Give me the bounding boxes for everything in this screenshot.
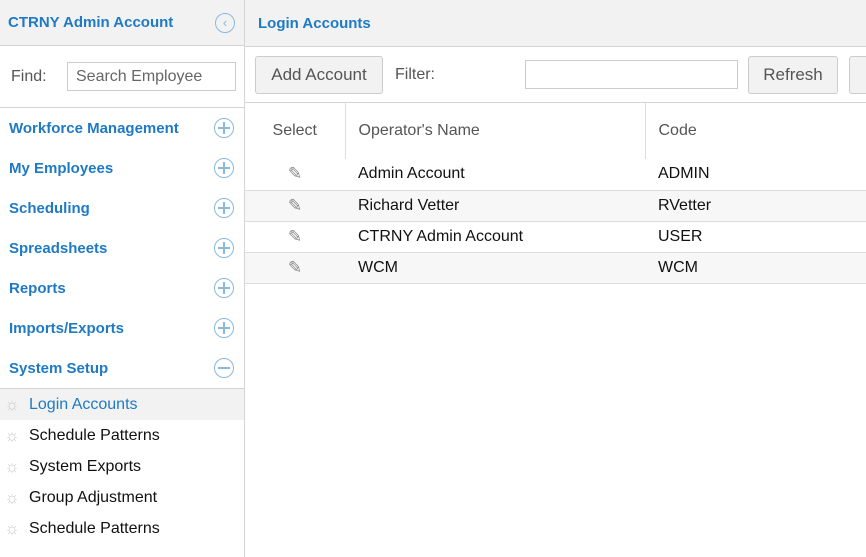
section-label: Imports/Exports <box>9 319 125 337</box>
table-row[interactable]: ✎ Admin Account ADMIN <box>245 159 866 191</box>
subitem-label: Schedule Patterns <box>29 426 160 444</box>
account-title: CTRNY Admin Account <box>8 14 174 31</box>
sidebar-section[interactable]: Reports <box>0 268 244 308</box>
sidebar-section[interactable]: Workforce Management <box>0 108 244 148</box>
accounts-table: Select Operator's Name Code ✎ Admin Accou… <box>245 103 866 284</box>
edit-pencil-icon[interactable]: ✎ <box>245 252 345 284</box>
subitem-label: System Exports <box>29 457 142 475</box>
page-title: Login Accounts <box>245 0 866 47</box>
add-account-button[interactable]: Add Account <box>255 55 383 94</box>
search-employee-input[interactable] <box>67 62 236 91</box>
table-row[interactable]: ✎ CTRNY Admin Account USER <box>245 221 866 253</box>
operator-name: Admin Account <box>345 159 645 191</box>
expand-icon[interactable] <box>214 158 234 178</box>
expand-icon[interactable] <box>214 318 234 338</box>
filter-label: Filter: <box>395 65 435 83</box>
sidebar: CTRNY Admin Account ‹ Find: Workforce Ma… <box>0 0 245 557</box>
column-header-name[interactable]: Operator's Name <box>344 103 645 159</box>
subitem-label: Schedule Patterns <box>29 519 160 537</box>
operator-code: USER <box>645 221 866 253</box>
column-header-select: Select <box>272 122 317 139</box>
refresh-button[interactable]: Refresh <box>748 55 838 94</box>
table-row[interactable]: ✎ Richard Vetter RVetter <box>245 190 866 222</box>
sidebar-subitem[interactable]: ☼ Schedule Patterns <box>0 513 244 544</box>
gear-icon: ☼ <box>4 487 20 507</box>
expand-icon[interactable] <box>214 238 234 258</box>
operator-code: RVetter <box>645 190 866 222</box>
operator-name: WCM <box>345 252 645 284</box>
operator-name: Richard Vetter <box>345 190 645 222</box>
edit-pencil-icon[interactable]: ✎ <box>245 159 345 191</box>
find-bar: Find: <box>0 46 244 108</box>
operator-name: CTRNY Admin Account <box>345 221 645 253</box>
section-label: Spreadsheets <box>9 239 108 257</box>
edit-pencil-icon[interactable]: ✎ <box>245 190 345 222</box>
sidebar-subitem[interactable]: ☼ System Exports <box>0 451 244 482</box>
sidebar-header: CTRNY Admin Account ‹ <box>0 0 244 46</box>
section-label: System Setup <box>9 359 109 377</box>
expand-icon[interactable] <box>214 278 234 298</box>
subitem-label: Login Accounts <box>29 395 138 413</box>
gear-icon: ☼ <box>4 456 20 476</box>
toolbar: Add Account Filter: Refresh <box>245 47 866 103</box>
section-label: Workforce Management <box>9 119 179 137</box>
column-header-code[interactable]: Code <box>644 103 866 159</box>
sidebar-subitem[interactable]: ☼ Schedule Patterns <box>0 420 244 451</box>
expand-icon[interactable] <box>214 198 234 218</box>
sidebar-section[interactable]: Imports/Exports <box>0 308 244 348</box>
sidebar-section[interactable]: System Setup <box>0 348 244 388</box>
find-label: Find: <box>11 67 47 85</box>
operator-code: ADMIN <box>645 159 866 191</box>
sidebar-subitem[interactable]: ☼ Group Adjustment <box>0 482 244 513</box>
section-label: Scheduling <box>9 199 90 217</box>
operator-code: WCM <box>645 252 866 284</box>
filter-input[interactable] <box>525 60 738 89</box>
sidebar-section[interactable]: My Employees <box>0 148 244 188</box>
sidebar-subitem[interactable]: ☼ Login Accounts <box>0 389 244 420</box>
sidebar-section[interactable]: Spreadsheets <box>0 228 244 268</box>
table-row[interactable]: ✎ WCM WCM <box>245 252 866 284</box>
collapse-sidebar-icon[interactable]: ‹ <box>215 12 235 33</box>
expand-icon[interactable] <box>214 118 234 138</box>
gear-icon: ☼ <box>4 425 20 445</box>
collapse-icon[interactable] <box>214 358 234 378</box>
gear-icon: ☼ <box>4 518 20 538</box>
section-label: Reports <box>9 279 66 297</box>
main-panel: Login Accounts Add Account Filter: Refre… <box>245 0 866 557</box>
sidebar-section[interactable]: Scheduling <box>0 188 244 228</box>
subitem-label: Group Adjustment <box>29 488 158 506</box>
more-button[interactable] <box>849 55 866 94</box>
section-label: My Employees <box>9 159 114 177</box>
edit-pencil-icon[interactable]: ✎ <box>245 221 345 253</box>
gear-icon: ☼ <box>4 394 20 414</box>
